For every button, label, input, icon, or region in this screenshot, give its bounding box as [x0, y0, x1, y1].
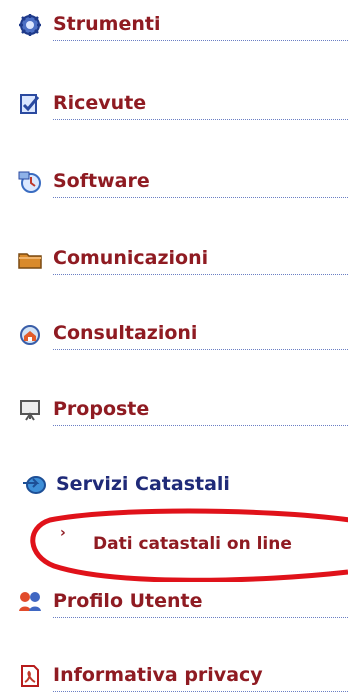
menu-item-software[interactable]: Software [0, 161, 348, 201]
menu-item-label[interactable]: Informativa privacy [53, 655, 263, 695]
menu-item-label[interactable]: Proposte [53, 389, 149, 429]
menu-item-comunicazioni[interactable]: Comunicazioni [0, 238, 348, 278]
dotted-underline [53, 119, 348, 120]
menu-item-proposte[interactable]: Proposte [0, 389, 348, 429]
globe-arrow-icon [22, 473, 46, 497]
gear-icon [18, 13, 42, 37]
receipt-checkmark-icon [18, 92, 42, 116]
dotted-underline [53, 349, 348, 350]
presentation-board-icon [18, 398, 42, 422]
dotted-underline [53, 691, 348, 692]
home-search-icon [18, 322, 42, 346]
dotted-underline [53, 617, 348, 618]
submenu-item-label[interactable]: Dati catastali on line [93, 519, 292, 569]
pdf-document-icon [18, 664, 42, 688]
dotted-underline [53, 40, 348, 41]
menu-item-label[interactable]: Consultazioni [53, 313, 197, 353]
dotted-underline [53, 197, 348, 198]
menu-item-label[interactable]: Profilo Utente [53, 581, 203, 621]
software-install-icon [18, 170, 42, 194]
chevron-right-icon: › [60, 525, 66, 541]
menu-item-ricevute[interactable]: Ricevute [0, 83, 348, 123]
menu-item-consultazioni[interactable]: Consultazioni [0, 313, 348, 353]
users-icon [18, 590, 42, 614]
folder-icon [18, 247, 42, 271]
submenu-item-dati-catastali[interactable]: › Dati catastali on line [0, 519, 348, 569]
dotted-underline [53, 425, 348, 426]
menu-item-servizi-catastali[interactable]: Servizi Catastali [0, 464, 348, 504]
dotted-underline [53, 274, 348, 275]
menu-item-label[interactable]: Ricevute [53, 83, 146, 123]
menu-item-profilo-utente[interactable]: Profilo Utente [0, 581, 348, 621]
menu-item-label[interactable]: Servizi Catastali [56, 464, 230, 504]
menu-item-label[interactable]: Software [53, 161, 150, 201]
menu-item-informativa-privacy[interactable]: Informativa privacy [0, 655, 348, 695]
menu-item-label[interactable]: Comunicazioni [53, 238, 208, 278]
menu-item-strumenti[interactable]: Strumenti [0, 4, 348, 44]
menu-item-label[interactable]: Strumenti [53, 4, 160, 44]
